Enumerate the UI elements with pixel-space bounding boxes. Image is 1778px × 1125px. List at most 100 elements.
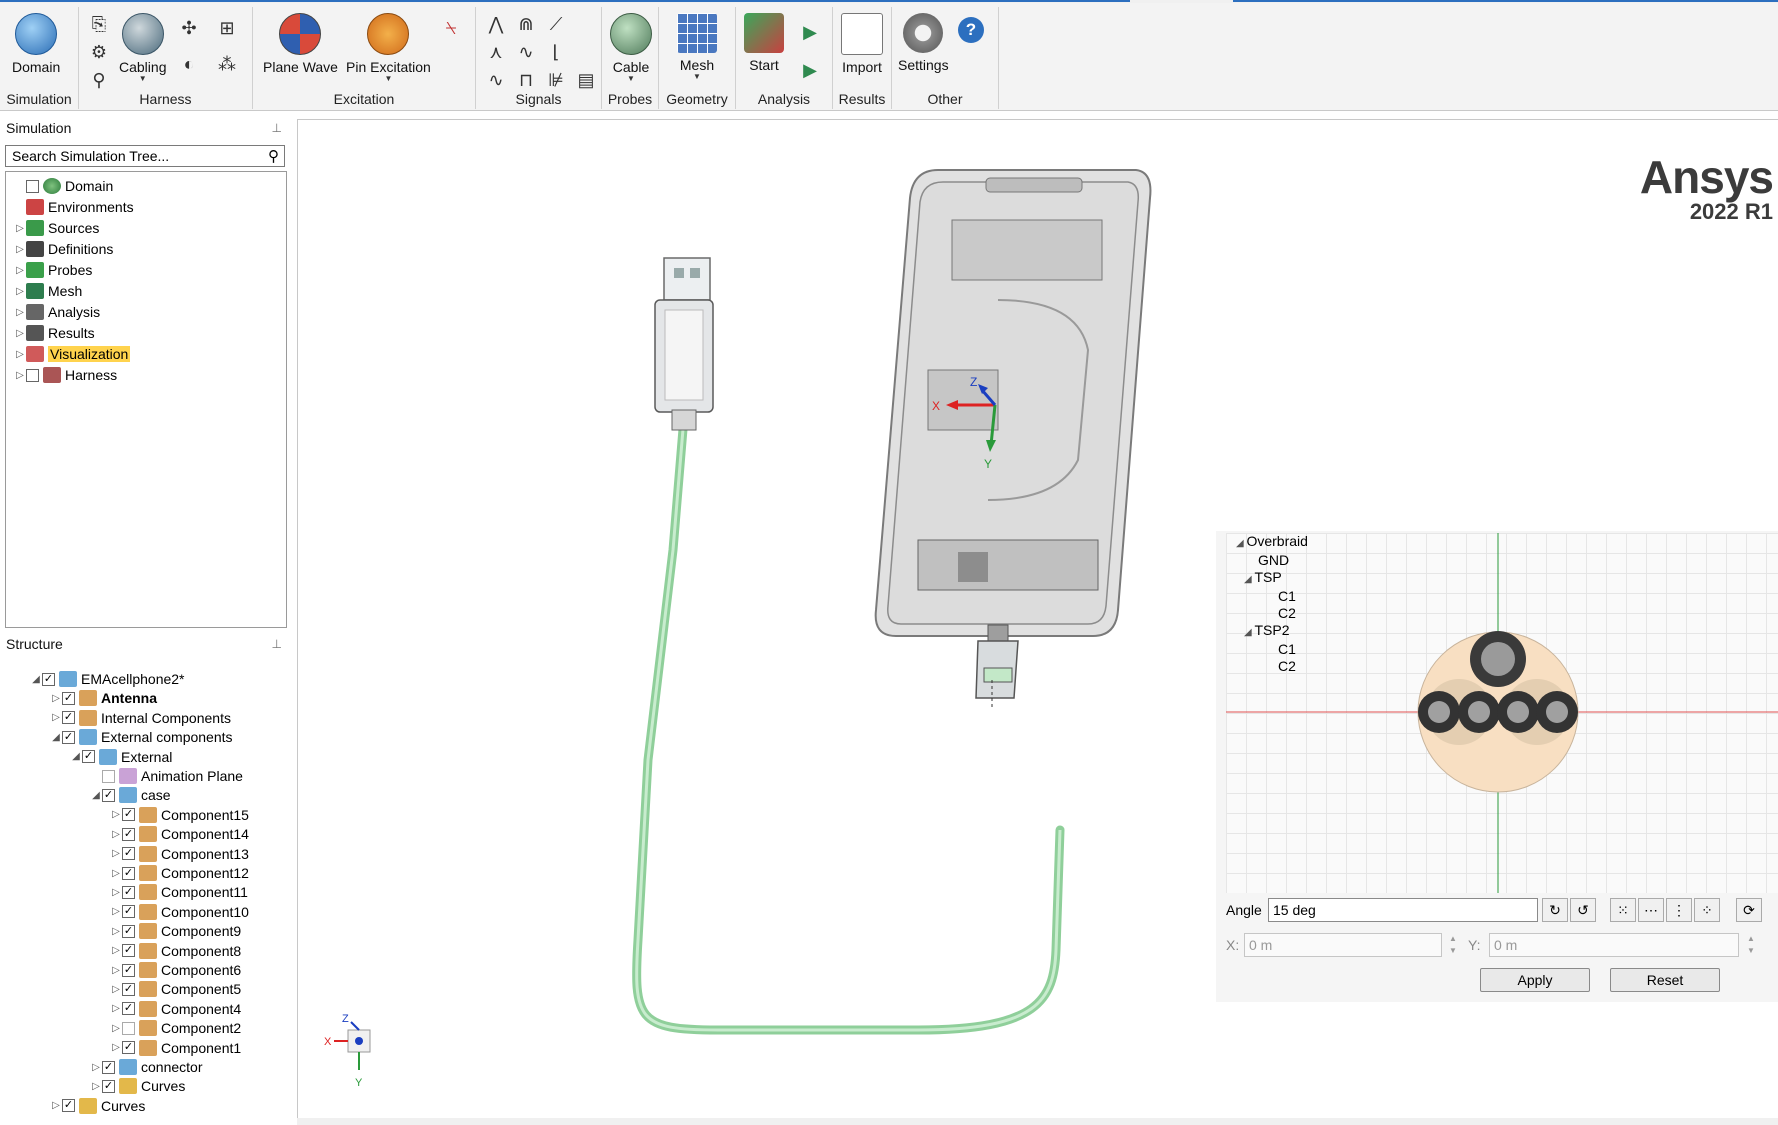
- reset-button[interactable]: Reset: [1610, 968, 1720, 992]
- pin-icon[interactable]: ⊥: [272, 633, 282, 655]
- structure-item[interactable]: ▷ ✓ Component6: [110, 960, 241, 980]
- tree-item-domain[interactable]: Domain: [14, 176, 113, 196]
- structure-item[interactable]: ▷ ✓ Component8: [110, 941, 241, 961]
- angle-input[interactable]: 15 deg: [1268, 898, 1538, 922]
- conductor-tsp2-c1[interactable]: [1497, 691, 1539, 733]
- conductor-top[interactable]: [1470, 631, 1526, 687]
- checkbox[interactable]: ✓: [122, 924, 135, 938]
- checkbox[interactable]: ✓: [62, 730, 75, 744]
- expand-icon[interactable]: ▷: [110, 809, 122, 820]
- signal-import-icon[interactable]: ▤: [574, 69, 598, 91]
- expand-icon[interactable]: ▷: [50, 1100, 62, 1111]
- signal-ramp-icon[interactable]: ⟋: [544, 13, 568, 35]
- checkbox[interactable]: [26, 368, 39, 382]
- checkbox[interactable]: ✓: [102, 788, 115, 802]
- expand-icon[interactable]: ◢: [70, 751, 82, 762]
- conductor-tsp-c2[interactable]: [1458, 691, 1500, 733]
- xsec-item-tsp2-c1[interactable]: C1: [1236, 641, 1308, 658]
- xsec-item-tsp2[interactable]: ◢ TSP2: [1236, 622, 1308, 641]
- y-input[interactable]: 0 m: [1489, 933, 1739, 957]
- expand-icon[interactable]: ▷: [110, 829, 122, 840]
- checkbox[interactable]: ✓: [62, 691, 75, 705]
- checkbox[interactable]: [102, 769, 115, 783]
- checkbox[interactable]: ✓: [122, 1041, 135, 1055]
- expand-icon[interactable]: ▷: [110, 887, 122, 898]
- tree-item-sources[interactable]: ▷ Sources: [14, 218, 99, 238]
- layout-grid-icon[interactable]: ⁙: [1610, 898, 1636, 922]
- expand-icon[interactable]: ◢: [90, 790, 102, 801]
- checkbox[interactable]: [122, 1021, 135, 1035]
- checkbox[interactable]: ✓: [122, 808, 135, 822]
- plane-wave-button[interactable]: Plane Wave: [263, 13, 338, 75]
- expand-icon[interactable]: ▷: [110, 984, 122, 995]
- structure-item[interactable]: ◢ ✓ EMAcellphone2*: [30, 669, 185, 689]
- expand-icon[interactable]: ▷: [110, 868, 122, 879]
- simulation-search-input[interactable]: Search Simulation Tree... ⚲: [5, 145, 285, 167]
- expand-icon[interactable]: ▷: [110, 848, 122, 859]
- xsec-item-gnd[interactable]: GND: [1236, 552, 1308, 569]
- structure-item[interactable]: ▷ ✓ Component4: [110, 999, 241, 1019]
- cabling-button[interactable]: Cabling ▼: [119, 13, 166, 83]
- expand-icon[interactable]: ▷: [50, 693, 62, 704]
- analysis-script-icon[interactable]: ▶: [798, 59, 822, 81]
- signal-sine-icon[interactable]: ∿: [484, 69, 508, 91]
- analysis-batch-icon[interactable]: ▶: [798, 21, 822, 43]
- checkbox[interactable]: ✓: [62, 711, 75, 725]
- expand-icon[interactable]: ▷: [14, 244, 26, 255]
- expand-icon[interactable]: ▷: [14, 265, 26, 276]
- layout-row-icon[interactable]: ⋯: [1638, 898, 1664, 922]
- structure-item[interactable]: ▷ ✓ Component1: [110, 1038, 241, 1058]
- rotate-ccw-icon[interactable]: ↺: [1570, 898, 1596, 922]
- signal-custom-icon[interactable]: ⊯: [544, 69, 568, 91]
- checkbox[interactable]: ✓: [122, 1002, 135, 1016]
- structure-item[interactable]: ▷ ✓ Component5: [110, 979, 241, 999]
- expand-icon[interactable]: ▷: [14, 349, 26, 360]
- structure-item[interactable]: ▷ ✓ Component13: [110, 844, 249, 864]
- rotate-cw-icon[interactable]: ↻: [1542, 898, 1568, 922]
- help-icon[interactable]: ?: [958, 17, 984, 43]
- checkbox[interactable]: ✓: [122, 866, 135, 880]
- structure-item[interactable]: Animation Plane: [90, 766, 243, 786]
- apply-button[interactable]: Apply: [1480, 968, 1590, 992]
- x-input[interactable]: 0 m: [1244, 933, 1442, 957]
- checkbox[interactable]: ✓: [122, 885, 135, 899]
- tree-item-mesh[interactable]: ▷ Mesh: [14, 281, 82, 301]
- signal-pulse-icon[interactable]: ⋀: [484, 13, 508, 35]
- harness-tool-1-icon[interactable]: ⎘: [87, 13, 111, 35]
- signal-square-icon[interactable]: ⊓: [514, 69, 538, 91]
- signal-wave-icon[interactable]: ∿: [514, 41, 538, 63]
- structure-item[interactable]: ▷ ✓ Component15: [110, 805, 249, 825]
- pin-excitation-button[interactable]: Pin Excitation ▼: [346, 13, 431, 83]
- expand-icon[interactable]: ▷: [110, 906, 122, 917]
- structure-item[interactable]: ▷ ✓ Component12: [110, 863, 249, 883]
- checkbox[interactable]: ✓: [102, 1060, 115, 1074]
- structure-item[interactable]: ▷ ✓ Component10: [110, 902, 249, 922]
- refresh-icon[interactable]: ⟳: [1736, 898, 1762, 922]
- tree-item-analysis[interactable]: ▷ Analysis: [14, 302, 100, 322]
- signal-burst-icon[interactable]: ⋒: [514, 13, 538, 35]
- structure-item[interactable]: ▷ ✓ Curves: [50, 1096, 145, 1116]
- checkbox[interactable]: ✓: [42, 672, 55, 686]
- tree-item-harness[interactable]: ▷ Harness: [14, 365, 117, 385]
- tree-item-probes[interactable]: ▷ Probes: [14, 260, 92, 280]
- settings-button[interactable]: Settings: [898, 13, 949, 73]
- structure-item[interactable]: ◢ ✓ case: [90, 785, 171, 805]
- signal-step-icon[interactable]: ⋏: [484, 41, 508, 63]
- structure-item[interactable]: ▷ ✓ Component9: [110, 921, 241, 941]
- harness-tool-2-icon[interactable]: ⚙: [87, 41, 111, 63]
- checkbox[interactable]: ✓: [62, 1099, 75, 1113]
- expand-icon[interactable]: ▷: [110, 1003, 122, 1014]
- signal-decay-icon[interactable]: ⌊: [544, 41, 568, 63]
- expand-icon[interactable]: ▷: [90, 1081, 102, 1092]
- expand-icon[interactable]: ▷: [110, 965, 122, 976]
- checkbox[interactable]: ✓: [122, 982, 135, 996]
- structure-item[interactable]: ▷ ✓ Component14: [110, 824, 249, 844]
- expand-icon[interactable]: ▷: [14, 370, 26, 381]
- conductor-tsp-c1[interactable]: [1418, 691, 1460, 733]
- start-button[interactable]: Start: [744, 13, 784, 73]
- tree-item-environments[interactable]: Environments: [14, 197, 134, 217]
- tree-item-definitions[interactable]: ▷ Definitions: [14, 239, 113, 259]
- expand-icon[interactable]: ▷: [14, 328, 26, 339]
- checkbox[interactable]: ✓: [122, 827, 135, 841]
- expand-icon[interactable]: ◢: [50, 732, 62, 743]
